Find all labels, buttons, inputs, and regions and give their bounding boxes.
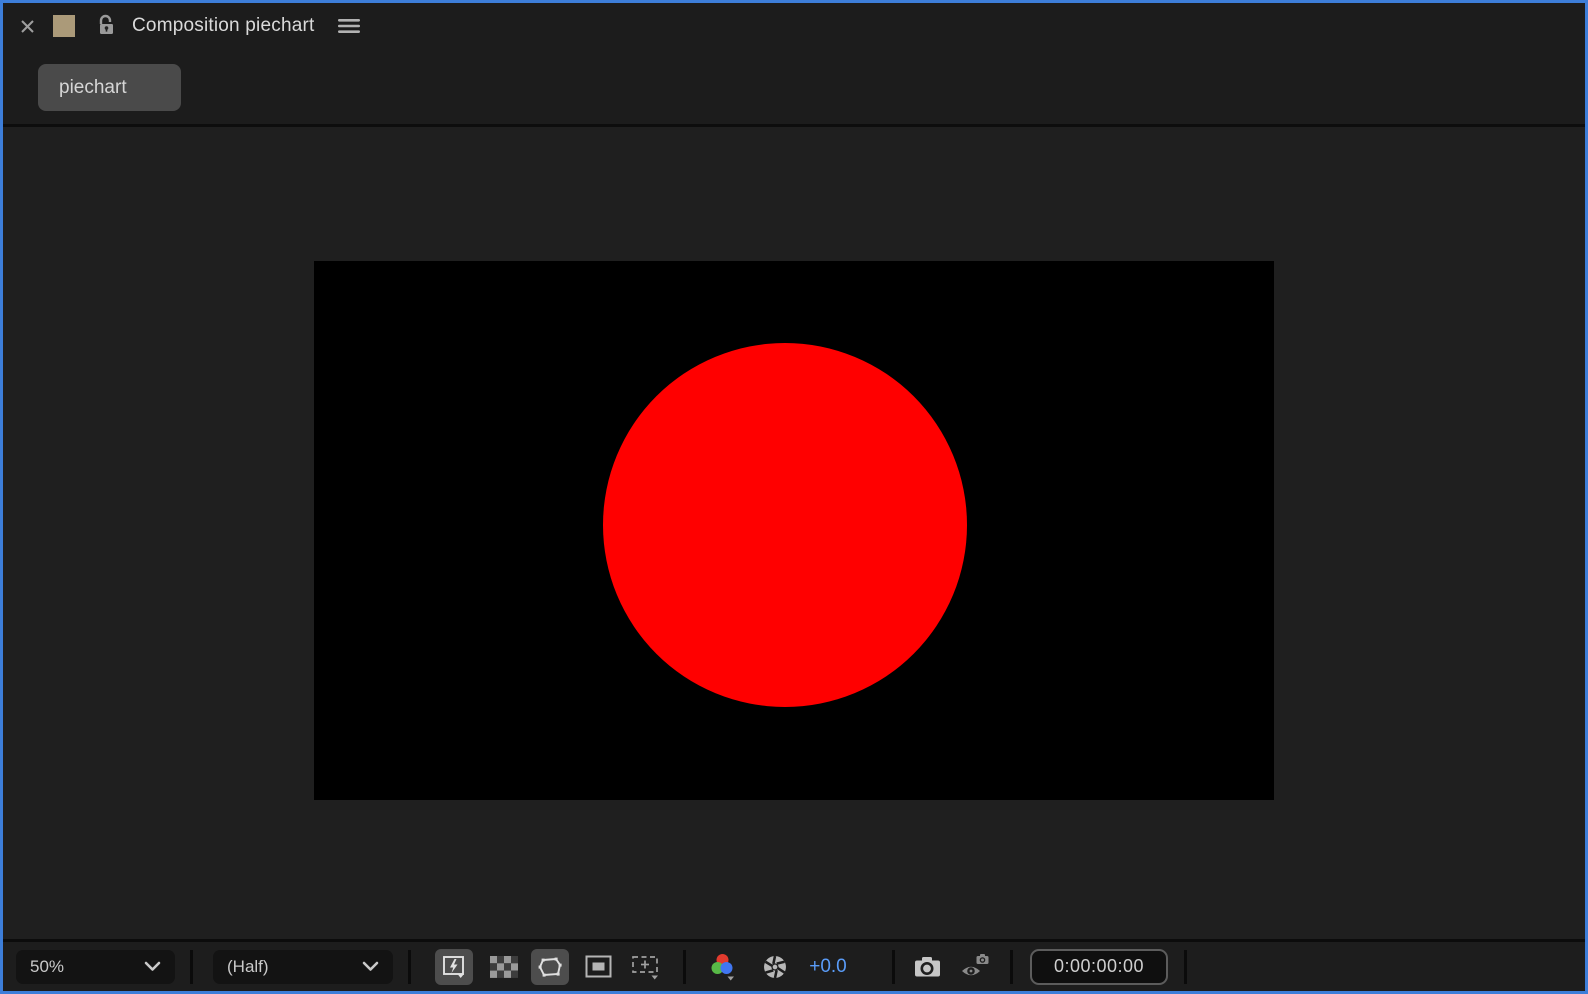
transparency-grid-icon bbox=[490, 955, 518, 978]
show-channel-button[interactable] bbox=[704, 949, 742, 985]
snapshot-icon bbox=[914, 957, 940, 977]
snapshot-button[interactable] bbox=[909, 949, 947, 985]
transparency-grid-button[interactable] bbox=[485, 949, 523, 985]
show-snapshot-button[interactable] bbox=[957, 949, 995, 985]
fast-previews-icon bbox=[443, 955, 464, 978]
grid-guide-options-button[interactable] bbox=[627, 949, 665, 985]
resolution-value: (Half) bbox=[227, 956, 269, 976]
toolbar-separator bbox=[1010, 949, 1013, 984]
fast-previews-button[interactable] bbox=[435, 948, 473, 985]
exposure-icon bbox=[764, 955, 786, 978]
timecode-value: 0:00:00:00 bbox=[1053, 956, 1145, 976]
show-snapshot-icon bbox=[961, 954, 988, 976]
tab-piechart[interactable]: piechart bbox=[38, 64, 181, 111]
toolbar-separator bbox=[1184, 949, 1187, 984]
panel-swatch[interactable] bbox=[53, 15, 75, 37]
toolbar-separator bbox=[190, 949, 193, 984]
show-channel-icon bbox=[711, 953, 734, 980]
unlock-icon[interactable] bbox=[96, 14, 117, 38]
toolbar-separator bbox=[408, 949, 411, 984]
magnification-value: 50% bbox=[30, 956, 65, 976]
tab-label: piechart bbox=[59, 76, 127, 98]
guide-options-icon bbox=[632, 955, 658, 979]
close-icon[interactable] bbox=[18, 17, 36, 35]
composition-panel: Composition piechart piechart 50% (Half)… bbox=[0, 0, 1588, 994]
chevron-down-icon bbox=[362, 961, 379, 971]
magnification-dropdown[interactable]: 50% bbox=[16, 949, 175, 984]
composition-viewer[interactable] bbox=[3, 127, 1585, 939]
panel-title: Composition piechart bbox=[132, 15, 315, 36]
mask-visibility-button[interactable] bbox=[531, 948, 569, 985]
region-of-interest-button[interactable] bbox=[579, 949, 617, 985]
toolbar-separator bbox=[892, 949, 895, 984]
panel-header: Composition piechart bbox=[3, 3, 1585, 49]
chevron-down-icon bbox=[144, 961, 161, 971]
timecode-field[interactable]: 0:00:00:00 bbox=[1030, 948, 1168, 985]
toolbar-separator bbox=[683, 949, 686, 984]
region-of-interest-icon bbox=[585, 955, 611, 978]
mask-visibility-icon bbox=[538, 957, 562, 977]
viewer-toolbar: 50% (Half) +0.0 0:00:00:00 bbox=[3, 939, 1585, 991]
red-circle-layer[interactable] bbox=[603, 343, 967, 707]
resolution-dropdown[interactable]: (Half) bbox=[213, 949, 393, 984]
viewer-tab-bar: piechart bbox=[3, 49, 1585, 124]
exposure-value[interactable]: +0.0 bbox=[804, 956, 852, 978]
exposure-adjust-button[interactable] bbox=[756, 949, 794, 985]
composition-canvas[interactable] bbox=[314, 261, 1274, 800]
panel-menu-icon[interactable] bbox=[337, 17, 361, 35]
